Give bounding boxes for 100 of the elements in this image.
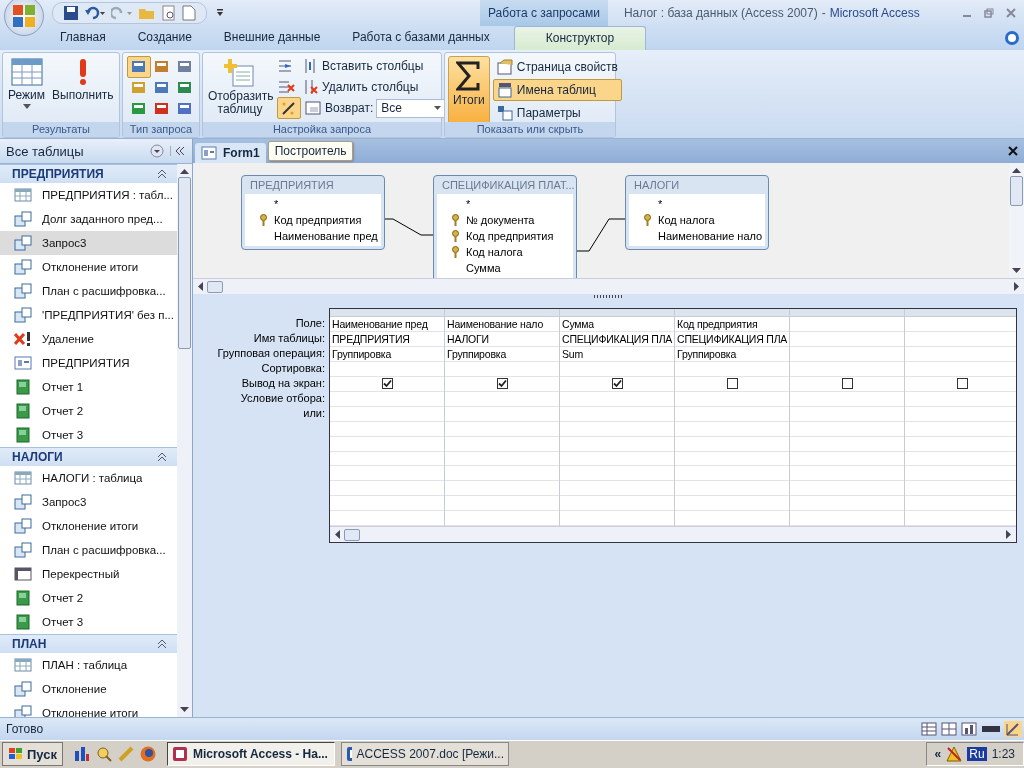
field-list[interactable]: НАЛОГИ * Код налога Наименование нало [625,175,769,251]
ribbon-tab[interactable]: Главная [44,26,122,50]
show-table-button[interactable]: Отобразить таблицу [206,56,274,118]
datasheet-view-icon[interactable] [920,720,938,737]
table-cell[interactable]: Сумма [560,317,674,332]
field-row[interactable]: Наименование пред [245,228,381,245]
start-button[interactable]: Пуск [2,742,63,767]
navigation-item[interactable]: Долг заданного пред... [0,207,177,232]
scroll-right-icon[interactable] [1006,530,1012,540]
undo-icon[interactable] [84,5,106,21]
field-row[interactable]: Сумма [437,260,573,277]
navigation-item[interactable]: 'ПРЕДПРИЯТИЯ' без п... [0,303,177,328]
search-icon[interactable] [95,745,113,764]
navigation-item[interactable]: Отчет 2 [0,586,177,611]
scroll-thumb[interactable] [207,280,223,293]
collapse-icon[interactable] [157,639,167,650]
taskbar-button[interactable]: Microsoft Access - На... [167,742,335,767]
navigation-item[interactable]: ПЛАН : таблица [0,653,177,678]
browser-icon[interactable] [139,745,157,764]
scroll-left-icon[interactable] [334,530,340,540]
document-tab[interactable]: Form1 [195,143,266,164]
help-icon[interactable] [1004,30,1020,46]
column-selector[interactable] [330,309,444,318]
navigation-item[interactable]: Отчет 3 [0,423,177,448]
field-row[interactable]: * [437,196,573,213]
field-row[interactable]: Код предприятия [245,212,381,229]
wand-icon[interactable] [277,97,301,119]
ribbon-tab[interactable]: Внешние данные [207,26,337,50]
field-row[interactable]: № документа [437,212,573,229]
scroll-thumb[interactable] [1010,176,1023,207]
collapse-pane-icon[interactable] [170,146,186,157]
scroll-up-icon[interactable] [1012,167,1021,174]
scrollbar[interactable] [193,278,1024,295]
navigation-item[interactable]: Запрос3 [0,231,177,256]
parameters-button[interactable]: Параметры [492,102,622,124]
navigation-item[interactable]: Отклонение [0,677,177,702]
office-button[interactable] [4,0,44,36]
table-cell[interactable]: Группировка [330,346,444,362]
group-header[interactable]: ПРЕДПРИЯТИЯ [0,164,177,184]
taskbar-button[interactable]: ACCESS 2007.doc [Режи... [341,742,509,767]
navigation-item[interactable]: Отклонение итоги [0,701,177,718]
navigation-item[interactable]: Отклонение итоги [0,514,177,539]
table-cell[interactable]: ПРЕДПРИЯТИЯ [330,332,444,347]
table-cell[interactable]: Код предприятия [675,317,789,332]
navigation-item[interactable]: Удаление [0,327,177,352]
chart-app-icon[interactable] [73,745,91,764]
table-cell[interactable]: Группировка [445,346,559,362]
navigation-item[interactable]: Перекрестный [0,562,177,587]
table-cell[interactable]: СПЕЦИФИКАЦИЯ ПЛА [560,332,674,347]
redo-icon[interactable] [111,5,133,21]
insert-columns-button[interactable]: Вставить столбцы [298,55,428,77]
field-row[interactable]: * [629,196,765,213]
collapse-icon[interactable] [157,452,167,463]
field-row[interactable]: Наименование нало [629,228,765,245]
table-cell[interactable]: Группировка [675,346,789,362]
field-row[interactable]: * [245,196,381,213]
field-row[interactable]: Код предприятия [437,228,573,245]
scroll-down-icon[interactable] [1012,268,1021,275]
ribbon-tab[interactable]: Работа с базами данных [336,26,506,50]
table-cell[interactable]: Наименование нало [445,317,559,332]
navigation-item[interactable]: Отчет 3 [0,610,177,635]
ribbon-tab[interactable]: Конструктор [513,26,647,50]
table-names-button[interactable]: Имена таблиц [492,79,622,101]
column-selector[interactable] [905,309,1016,318]
print-preview-icon[interactable] [161,5,177,21]
delete-columns-button[interactable]: Удалить столбцы [298,76,423,98]
scroll-thumb[interactable] [178,177,191,350]
column-selector[interactable] [675,309,789,318]
navigation-item[interactable]: План с расшифровка... [0,538,177,563]
totals-button[interactable]: Итоги [448,56,490,124]
view-button[interactable]: Режим [6,56,47,112]
table-cell[interactable]: Наименование пред [330,317,444,332]
table-cell[interactable]: НАЛОГИ [445,332,559,347]
table-cell[interactable]: СПЕЦИФИКАЦИЯ ПЛА [675,332,789,347]
scrollbar[interactable] [177,164,192,718]
navigation-item[interactable]: ПРЕДПРИЯТИЯ [0,351,177,376]
scroll-down-icon[interactable] [180,707,189,714]
scroll-thumb[interactable] [344,528,360,541]
pivot-table-icon[interactable] [940,720,958,737]
checkbox[interactable] [496,378,508,390]
customize-icon[interactable] [215,8,225,18]
field-list[interactable]: СПЕЦИФИКАЦИЯ ПЛАТ... * № документа Код предприятия Код налога Сумма [433,175,577,279]
delete-rows-icon[interactable] [277,79,295,95]
warning-icon[interactable] [946,746,963,763]
navigation-item[interactable]: Отклонение итоги [0,255,177,280]
scrollbar[interactable] [1009,163,1024,279]
splitter-handle[interactable] [593,295,624,299]
scroll-left-icon[interactable] [197,282,203,292]
restore-icon[interactable] [984,8,994,18]
navigation-item[interactable]: Отчет 2 [0,399,177,424]
language-indicator[interactable]: Ru [967,747,987,762]
dropdown-icon[interactable] [150,144,164,159]
collapse-icon[interactable] [157,169,167,180]
navigation-item[interactable]: План с расшифровка... [0,279,177,304]
pivot-chart-icon[interactable] [960,720,978,737]
field-list[interactable]: ПРЕДПРИЯТИЯ * Код предприятия Наименование пред [241,175,385,251]
ribbon-tab[interactable]: Создание [121,26,208,50]
navigation-item[interactable]: Отчет 1 [0,375,177,400]
scroll-right-icon[interactable] [1014,282,1020,292]
checkbox[interactable] [726,378,738,390]
